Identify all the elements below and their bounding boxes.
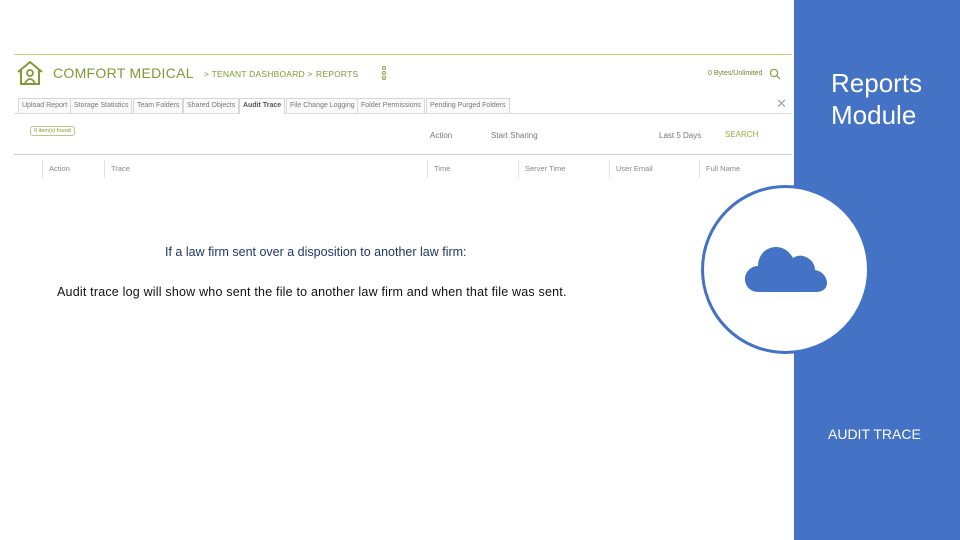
column-time[interactable]: Time [427, 160, 450, 178]
top-divider [14, 54, 792, 55]
column-action[interactable]: Action [42, 160, 70, 178]
home-user-logo-icon[interactable] [16, 60, 44, 86]
brand-name[interactable]: COMFORT MEDICAL [53, 65, 194, 81]
column-user-email[interactable]: User Email [609, 160, 653, 178]
start-sharing-filter[interactable]: Start Sharing [491, 131, 538, 140]
close-icon[interactable]: ✕ [776, 97, 787, 111]
column-trace[interactable]: Trace [104, 160, 130, 178]
side-title-line-1: Reports [831, 68, 923, 98]
slide-body-text: Audit trace log will show who sent the f… [57, 285, 567, 299]
search-icon[interactable] [769, 68, 781, 80]
breadcrumb-tenant-dashboard[interactable]: > TENANT DASHBOARD > [204, 69, 313, 79]
tab-shared-objects[interactable]: Shared Objects [183, 98, 240, 113]
results-count-badge: 0 item(s) found [30, 126, 75, 136]
storage-usage: 0 Bytes/Unlimited [708, 70, 763, 77]
column-full-name[interactable]: Full Name [699, 160, 740, 178]
side-caption: AUDIT TRACE [828, 426, 921, 442]
tab-folder-permissions[interactable]: Folder Permissions [357, 98, 425, 113]
cloud-icon [745, 247, 827, 292]
column-server-time[interactable]: Server Time [518, 160, 565, 178]
tab-audit-trace[interactable]: Audit Trace [239, 98, 286, 114]
tab-upload-report[interactable]: Upload Report [18, 98, 72, 113]
slide-caption: If a law firm sent over a disposition to… [165, 245, 467, 259]
filter-divider [14, 154, 792, 155]
more-vertical-icon[interactable] [380, 65, 388, 83]
date-range-filter[interactable]: Last 5 Days [659, 131, 701, 140]
action-filter[interactable]: Action [430, 131, 452, 140]
breadcrumb-reports[interactable]: REPORTS [316, 69, 358, 79]
filter-row: 0 item(s) found Action Start Sharing Las… [14, 122, 792, 144]
tab-team-folders[interactable]: Team Folders [133, 98, 184, 113]
search-button[interactable]: SEARCH [725, 130, 758, 139]
tab-pending-purged-folders[interactable]: Pending Purged Folders [426, 98, 510, 113]
app-screenshot: COMFORT MEDICAL > TENANT DASHBOARD > REP… [14, 54, 792, 184]
side-title-line-2: Module [831, 100, 917, 130]
side-title: Reports Module [831, 67, 922, 131]
tab-file-change-logging[interactable]: File Change Logging [286, 98, 359, 113]
audit-table-header: Action Trace Time Server Time User Email… [14, 160, 792, 178]
tab-storage-statistics[interactable]: Storage Statistics [70, 98, 133, 113]
brand-row: COMFORT MEDICAL > TENANT DASHBOARD > REP… [14, 60, 792, 90]
report-tabs: Upload Report Storage Statistics Team Fo… [14, 95, 792, 114]
